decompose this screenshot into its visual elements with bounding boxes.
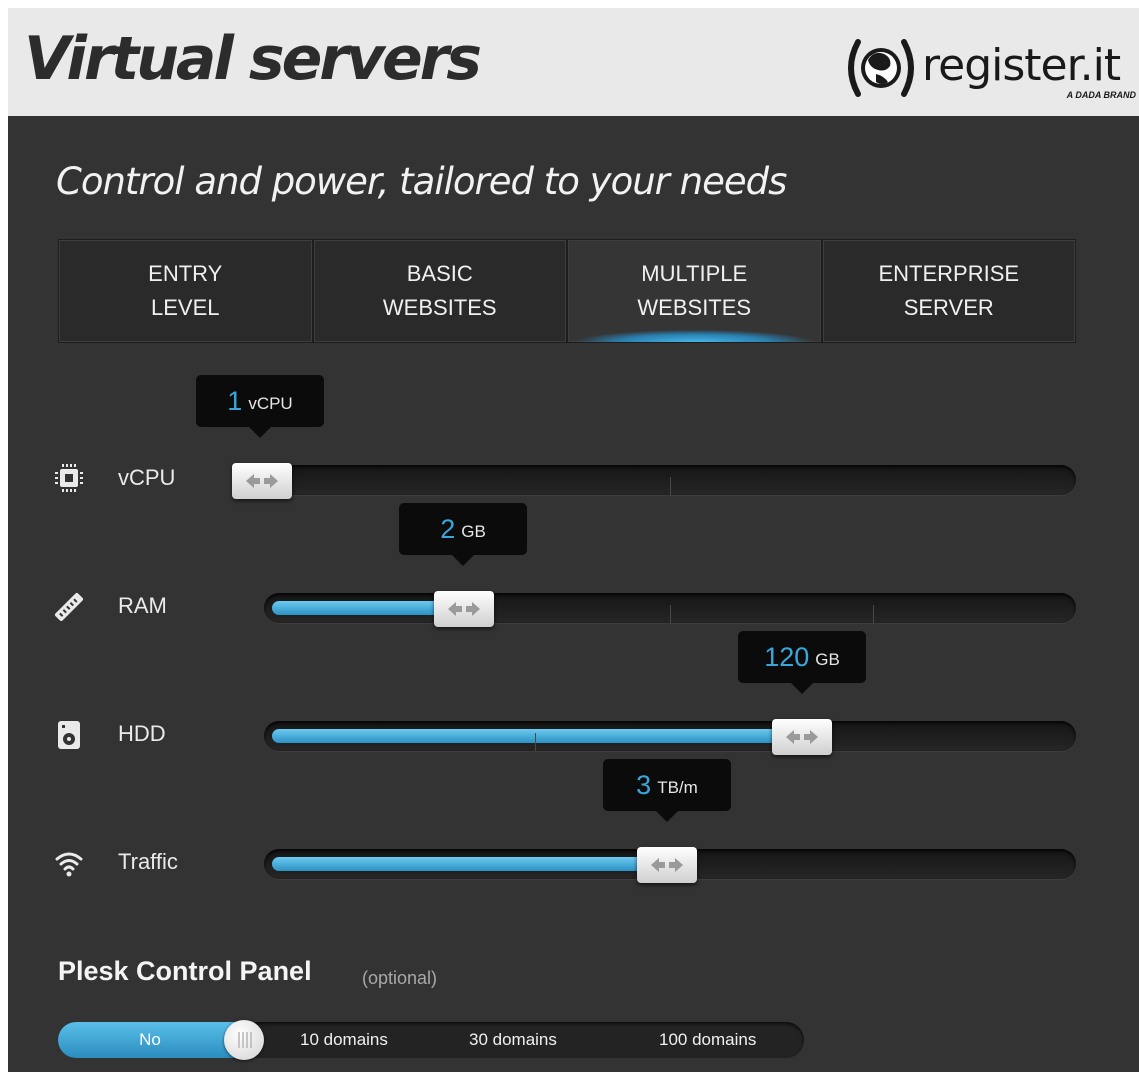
globe-logo-icon <box>848 39 914 97</box>
slider-tick <box>670 605 671 623</box>
ram-slider-track[interactable]: 2 GB <box>264 503 1076 627</box>
tab-enterprise-server[interactable]: ENTERPRISE SERVER <box>821 239 1076 343</box>
traffic-slider-fill <box>272 857 667 871</box>
plesk-selector[interactable]: No 10 domains 30 domains 100 domains <box>58 1020 804 1066</box>
traffic-unit: TB/m <box>657 778 698 797</box>
header: Virtual servers register.it A DADA BRAND <box>8 8 1139 116</box>
page-title: Virtual servers <box>24 24 482 94</box>
vcpu-value: 1 <box>227 385 243 416</box>
arrows-horizontal-icon <box>246 474 278 488</box>
tab-label-line1: BASIC <box>406 261 473 286</box>
arrows-horizontal-icon <box>786 730 818 744</box>
plan-tabs: ENTRY LEVEL BASIC WEBSITES MULTIPLE WEBSITE… <box>58 239 1076 343</box>
tagline: Control and power, tailored to your need… <box>56 160 787 203</box>
vcpu-value-bubble: 1 vCPU <box>196 375 324 438</box>
slider-label: Traffic <box>118 849 178 874</box>
ram-unit: GB <box>461 522 486 541</box>
ram-value-bubble: 2 GB <box>399 503 527 566</box>
tab-label-line1: MULTIPLE <box>641 261 748 286</box>
arrows-horizontal-icon <box>448 602 480 616</box>
hdd-slider-fill <box>272 729 802 743</box>
plesk-option-30-domains[interactable]: 30 domains <box>469 1022 557 1058</box>
brand-subtitle: A DADA BRAND <box>1066 90 1136 100</box>
plesk-option-10-domains[interactable]: 10 domains <box>300 1022 388 1058</box>
plesk-option-no[interactable]: No <box>58 1022 242 1058</box>
plesk-divider-notch <box>609 1058 625 1066</box>
tab-label-line2: SERVER <box>903 295 994 320</box>
arrows-horizontal-icon <box>651 858 683 872</box>
hdd-value: 120 <box>764 641 810 672</box>
slider-tick <box>670 477 671 495</box>
slider-label: HDD <box>118 721 166 746</box>
plesk-title: Plesk Control Panel <box>58 956 312 986</box>
vcpu-slider-handle[interactable] <box>232 463 292 499</box>
slider-row-ram: RAM 2 GB <box>8 503 1139 636</box>
tab-basic-websites[interactable]: BASIC WEBSITES <box>312 239 567 343</box>
brand-name: register.it <box>922 40 1121 91</box>
ram-icon <box>54 592 84 622</box>
slider-tick <box>873 605 874 623</box>
slider-row-hdd: HDD 120 GB <box>8 631 1139 764</box>
tab-label-line1: ENTRY <box>148 261 223 286</box>
hdd-icon <box>58 721 80 749</box>
slider-tick <box>535 733 536 751</box>
cpu-icon <box>55 464 83 492</box>
slider-label: vCPU <box>118 465 176 490</box>
plesk-knob[interactable] <box>224 1020 264 1060</box>
configurator-panel: Control and power, tailored to your need… <box>8 116 1139 1072</box>
tab-label-line2: WEBSITES <box>637 295 752 320</box>
tab-entry-level[interactable]: ENTRY LEVEL <box>58 239 313 343</box>
traffic-value-bubble: 3 TB/m <box>603 759 731 822</box>
plesk-divider-notch <box>425 1058 441 1066</box>
wifi-icon <box>55 852 83 877</box>
vcpu-slider-track[interactable]: 1 vCPU <box>196 375 1076 499</box>
tab-label-line1: ENTERPRISE <box>878 261 1020 286</box>
hdd-slider-track[interactable]: 120 GB <box>264 631 1076 755</box>
hdd-value-bubble: 120 GB <box>738 631 866 694</box>
slider-row-traffic: Traffic 3 TB/m <box>8 759 1139 892</box>
traffic-slider-handle[interactable] <box>637 847 697 883</box>
slider-row-vcpu: vCPU 1 vCPU <box>8 375 1139 508</box>
hdd-slider-handle[interactable] <box>772 719 832 755</box>
tab-label-line2: WEBSITES <box>382 295 497 320</box>
traffic-slider-track[interactable]: 3 TB/m <box>264 759 1076 883</box>
plesk-optional-label: (optional) <box>362 968 438 988</box>
grip-icon <box>238 1032 252 1048</box>
vcpu-unit: vCPU <box>248 394 293 413</box>
tab-multiple-websites[interactable]: MULTIPLE WEBSITES <box>567 239 822 343</box>
tab-label-line2: LEVEL <box>151 295 220 320</box>
traffic-value: 3 <box>636 769 652 800</box>
plesk-option-100-domains[interactable]: 100 domains <box>659 1022 756 1058</box>
ram-slider-handle[interactable] <box>434 591 494 627</box>
hdd-unit: GB <box>815 650 840 669</box>
page: Virtual servers register.it A DADA BRAND… <box>0 0 1139 1072</box>
ram-value: 2 <box>440 513 456 544</box>
slider-label: RAM <box>118 593 167 618</box>
brand-logo[interactable]: register.it A DADA BRAND <box>846 34 1136 106</box>
